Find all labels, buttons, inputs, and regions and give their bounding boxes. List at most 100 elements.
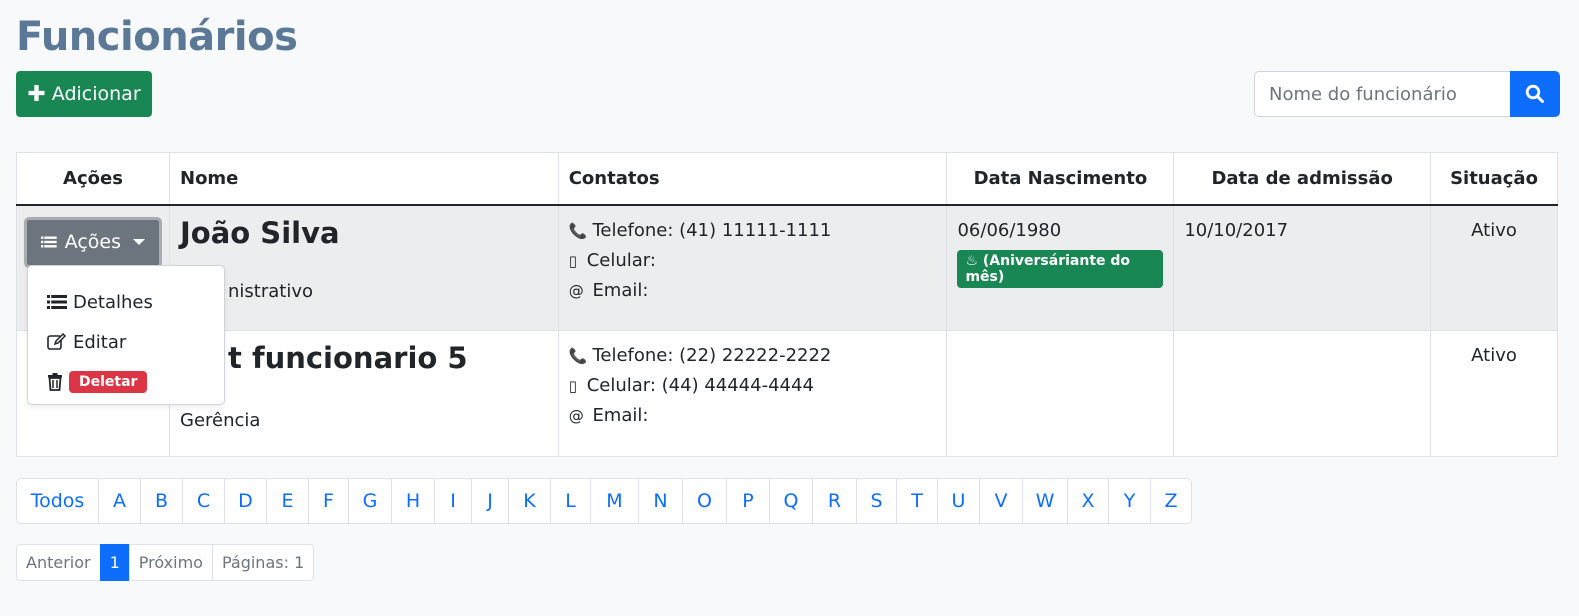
cell-line: ▯ Celular: (569, 246, 937, 276)
employee-subtitle: test i (180, 379, 548, 407)
employees-table: Ações Nome Contatos Data Nascimento Data… (16, 152, 1558, 457)
name-cell: João Silva nistrativo (169, 204, 559, 331)
phone-icon: 📞 (568, 347, 588, 365)
alphabet-filter-a[interactable]: A (98, 478, 141, 524)
status-cell: Ativo (1430, 204, 1558, 331)
header-actions: Ações (16, 152, 170, 206)
status-text: Ativo (1471, 219, 1517, 241)
alphabet-filter-u[interactable]: U (937, 478, 980, 524)
mobile-icon: ▯ (568, 251, 577, 270)
list-icon (47, 295, 67, 309)
pagination-next[interactable]: Próximo (128, 544, 213, 581)
alphabet-filter-y[interactable]: Y (1108, 478, 1151, 524)
employee-department: Gerência (180, 410, 261, 431)
birth-date: 06/06/1980 (957, 219, 1062, 241)
header-contacts: Contatos (557, 152, 948, 206)
actions-dropdown-button[interactable]: Ações (24, 216, 162, 268)
cake-icon: ♨ (965, 252, 979, 269)
table-row: t funcionario 5 test i Gerência 📞 Telefo… (16, 330, 1558, 457)
search-icon (1525, 84, 1544, 103)
email-text: Email: (592, 279, 649, 301)
alphabet-filter-t[interactable]: T (896, 478, 938, 524)
alphabet-filter-m[interactable]: M (590, 478, 639, 524)
alphabet-filter-h[interactable]: H (391, 478, 435, 524)
employee-department: nistrativo (228, 280, 313, 302)
actions-dropdown-menu: Detalhes Editar Deletar (27, 265, 225, 405)
menu-item-delete[interactable]: Deletar (28, 362, 224, 402)
email-line: @ Email: (569, 276, 937, 306)
alphabet-filter-z[interactable]: Z (1150, 478, 1192, 524)
alphabet-filter-k[interactable]: K (508, 478, 551, 524)
status-text: Ativo (1471, 345, 1517, 366)
pagination: Anterior 1 Próximo Páginas: 1 (16, 544, 315, 581)
alphabet-filter-j[interactable]: J (471, 478, 509, 524)
contacts-cell: 📞 Telefone: (41) 11111-1111 ▯ Celular: @ … (557, 204, 948, 331)
phone-icon: 📞 (568, 221, 588, 240)
cell-line: ▯ Celular: (44) 44444-4444 (569, 371, 937, 401)
menu-item-details-label: Detalhes (73, 291, 153, 313)
menu-item-edit-label: Editar (73, 331, 127, 353)
plus-icon: ✚ (27, 81, 46, 107)
menu-item-details[interactable]: Detalhes (28, 282, 224, 322)
employee-name: t funcionario 5 (228, 341, 468, 375)
alphabet-filter-d[interactable]: D (224, 478, 267, 524)
alphabet-filter-g[interactable]: G (348, 478, 392, 524)
admission-date: 10/10/2017 (1184, 219, 1289, 241)
pagination-prev[interactable]: Anterior (16, 544, 101, 581)
mobile-icon: ▯ (568, 377, 577, 395)
alphabet-filter-l[interactable]: L (550, 478, 591, 524)
alphabet-filter-q[interactable]: Q (769, 478, 813, 524)
contacts-cell: 📞 Telefone: (22) 22222-2222 ▯ Celular: (4… (557, 330, 948, 457)
list-icon (41, 236, 57, 248)
actions-button-label: Ações (64, 231, 121, 253)
admission-cell: 10/10/2017 (1173, 204, 1432, 331)
alphabet-filter-p[interactable]: P (726, 478, 770, 524)
caret-down-icon (133, 239, 145, 245)
alphabet-filter-o[interactable]: O (682, 478, 727, 524)
delete-badge: Deletar (69, 371, 148, 393)
alphabet-filter-b[interactable]: B (140, 478, 183, 524)
edit-icon (47, 333, 67, 350)
phone-line: 📞 Telefone: (22) 22222-2222 (569, 341, 937, 371)
alphabet-filter-i[interactable]: I (434, 478, 472, 524)
header-admission-date: Data de admissão (1173, 152, 1432, 206)
email-line: @ Email: (569, 401, 937, 431)
alphabet-filter: Todos A B C D E F G H I J K L M N O P Q R S T U V W X Y Z (16, 478, 1192, 524)
alphabet-filter-x[interactable]: X (1067, 478, 1109, 524)
alphabet-filter-r[interactable]: R (812, 478, 857, 524)
alphabet-filter-c[interactable]: C (182, 478, 225, 524)
header-status: Situação (1430, 152, 1558, 206)
table-header-row: Ações Nome Contatos Data Nascimento Data… (16, 152, 1558, 206)
search-button[interactable] (1510, 71, 1560, 117)
cell-text: Celular: (586, 249, 656, 271)
menu-item-edit[interactable]: Editar (28, 322, 224, 362)
alphabet-filter-e[interactable]: E (266, 478, 309, 524)
pagination-pages-count: Páginas: 1 (211, 544, 315, 581)
alphabet-filter-f[interactable]: F (308, 478, 349, 524)
alphabet-filter-v[interactable]: V (979, 478, 1023, 524)
search-input[interactable] (1254, 71, 1510, 117)
at-icon: @ (568, 407, 584, 425)
birth-cell (946, 330, 1175, 457)
phone-text: Telefone: (41) 11111-1111 (592, 219, 832, 241)
add-button[interactable]: ✚ Adicionar (16, 71, 152, 117)
cell-text: Celular: (44) 44444-4444 (586, 375, 814, 396)
trash-icon (48, 373, 62, 391)
alphabet-filter-w[interactable]: W (1022, 478, 1068, 524)
admission-cell (1173, 330, 1432, 457)
email-text: Email: (592, 405, 649, 426)
at-icon: @ (568, 281, 584, 300)
alphabet-filter-n[interactable]: N (638, 478, 683, 524)
table-row: Ações João Silva nistrativo 📞 Telefone: … (16, 204, 1558, 331)
name-cell: t funcionario 5 test i Gerência (169, 330, 559, 457)
birthday-badge-text: (Aniversáriante do mês) (965, 252, 1131, 285)
phone-text: Telefone: (22) 22222-2222 (592, 345, 832, 366)
alphabet-filter-all[interactable]: Todos (16, 478, 99, 524)
employee-name: João Silva (180, 215, 340, 250)
pagination-page-1[interactable]: 1 (99, 544, 130, 581)
add-button-label: Adicionar (51, 83, 141, 105)
phone-line: 📞 Telefone: (41) 11111-1111 (569, 216, 937, 246)
header-name: Nome (169, 152, 559, 206)
alphabet-filter-s[interactable]: S (856, 478, 897, 524)
birthday-badge: ♨ (Aniversáriante do mês) (957, 249, 1164, 288)
